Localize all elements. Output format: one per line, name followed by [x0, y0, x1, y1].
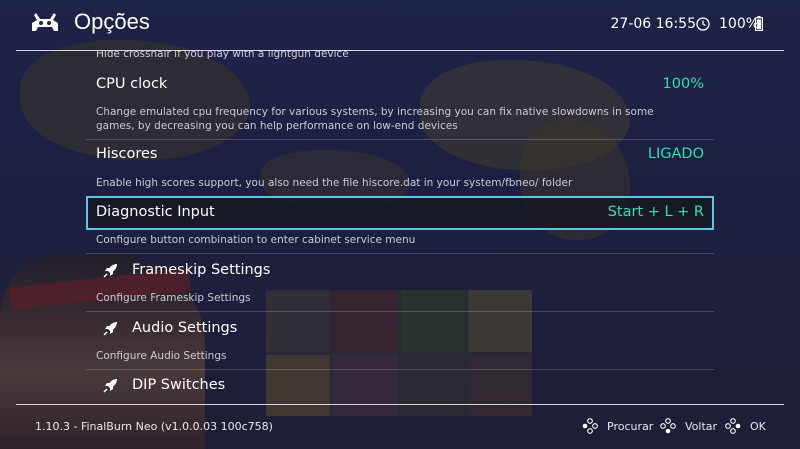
menu-item-sublabel: Configure button combination to enter ca…: [96, 234, 416, 246]
menu-item-dip-switches[interactable]: DIP Switches: [86, 370, 714, 402]
footer-divider: [16, 404, 784, 405]
search-action[interactable]: Procurar: [607, 420, 653, 433]
menu-item-value: Start + L + R: [607, 204, 704, 220]
menu-item-value: LIGADO: [647, 146, 704, 162]
gamepad-buttons-icon: [725, 418, 741, 434]
menu-item-value: 100%: [662, 76, 704, 92]
retroarch-logo-icon: [32, 13, 58, 31]
menu-item-sublabel: Configure Frameskip Settings: [96, 292, 251, 304]
rocket-icon: [103, 379, 117, 393]
menu-item-audio-settings[interactable]: Audio Settings Configure Audio Settings: [86, 312, 714, 370]
menu-item-sublabel: Change emulated cpu frequency for variou…: [96, 106, 654, 132]
ok-action[interactable]: OK: [750, 420, 766, 433]
rocket-icon: [103, 322, 117, 336]
gamepad-buttons-icon: [660, 418, 676, 434]
back-action[interactable]: Voltar: [685, 420, 717, 433]
menu-item-sublabel: Configure Audio Settings: [96, 350, 227, 362]
menu-item-sublabel: Hide crosshair if you play with a lightg…: [96, 51, 349, 60]
core-info: 1.10.3 - FinalBurn Neo (v1.0.0.03 100c75…: [35, 420, 273, 433]
menu-item-label: CPU clock: [96, 76, 168, 92]
options-menu: Hide crosshair if you play with a lightg…: [86, 51, 714, 403]
clock-icon: [696, 17, 710, 31]
battery-icon: [755, 16, 763, 31]
menu-item-label: DIP Switches: [132, 377, 226, 393]
menu-item-diagnostic-input[interactable]: Diagnostic Input Start + L + R Configure…: [86, 196, 714, 254]
menu-item-hiscores[interactable]: Hiscores LIGADO Enable high scores suppo…: [86, 140, 714, 192]
menu-item-cpu-clock[interactable]: CPU clock 100% Change emulated cpu frequ…: [86, 65, 714, 140]
rocket-icon: [103, 264, 117, 278]
menu-item-label: Audio Settings: [132, 320, 238, 336]
page-title: Opções: [74, 9, 150, 34]
menu-item-frameskip-settings[interactable]: Frameskip Settings Configure Frameskip S…: [86, 254, 714, 312]
menu-item-label: Hiscores: [96, 146, 158, 162]
battery-level: 100%: [719, 16, 760, 32]
menu-item-label: Diagnostic Input: [96, 204, 215, 220]
menu-item-label: Frameskip Settings: [132, 262, 271, 278]
header: Opções 27-06 16:55 100%: [0, 0, 800, 50]
gamepad-buttons-icon: [582, 418, 598, 434]
clock-text: 27-06 16:55: [610, 16, 696, 32]
menu-item-sublabel: Enable high scores support, you also nee…: [96, 177, 573, 189]
